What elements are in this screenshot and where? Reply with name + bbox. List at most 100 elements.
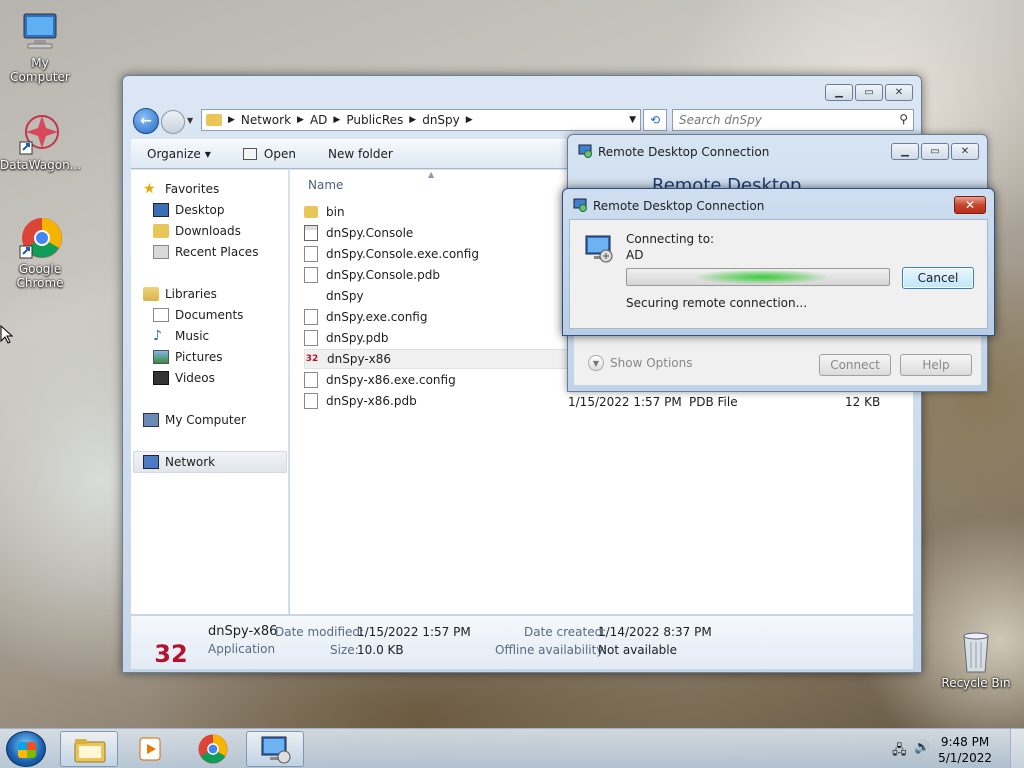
remote-desktop-icon	[573, 198, 587, 212]
dialog-body: Connecting to: AD Cancel Securing remote…	[569, 219, 988, 329]
chevron-right-icon[interactable]: ▶	[228, 115, 235, 125]
nav-recent-places[interactable]: Recent Places	[153, 245, 258, 259]
minimize-button[interactable]: ▁	[891, 143, 919, 160]
search-input[interactable]: Search dnSpy ⚲	[672, 109, 914, 131]
network-status-icon[interactable]: 🖧	[892, 741, 907, 763]
cancel-button[interactable]: Cancel	[902, 267, 974, 289]
nav-network[interactable]: Network	[133, 451, 287, 473]
recent-pages-dropdown[interactable]: ▼	[187, 116, 193, 125]
breadcrumb-ad[interactable]: AD	[310, 113, 327, 127]
taskbar-media-player[interactable]	[122, 731, 180, 767]
size-label: Size:	[330, 643, 359, 657]
taskbar-chrome[interactable]	[184, 731, 242, 767]
nav-music[interactable]: ♪ Music	[153, 329, 209, 343]
file-date: 1/15/2022 1:57 PM	[568, 395, 682, 409]
refresh-button[interactable]: ⟲	[643, 109, 667, 131]
organize-label: Organize	[147, 147, 201, 161]
close-button[interactable]: ✕	[951, 143, 979, 160]
nav-pictures[interactable]: Pictures	[153, 350, 223, 364]
window-controls: ▁ ▭ ✕	[891, 143, 979, 160]
chevron-right-icon[interactable]: ▶	[466, 115, 473, 125]
file-name: dnSpy.Console	[326, 226, 414, 240]
address-bar[interactable]: ▶ Network ▶ AD ▶ PublicRes ▶ dnSpy ▶ ▼	[201, 109, 641, 131]
media-player-icon	[139, 737, 161, 761]
system-tray: 🖧 🔊 9:48 PM 5/1/2022	[884, 729, 1024, 768]
desktop-icon	[153, 203, 169, 217]
monitor-icon	[585, 235, 613, 263]
nav-label: Network	[165, 455, 216, 469]
folder-icon	[206, 114, 222, 126]
connect-button[interactable]: Connect	[819, 354, 891, 376]
nav-label: Music	[175, 329, 210, 343]
navigation-pane[interactable]: ★ Favorites Desktop Downloads Recent Pla…	[131, 170, 289, 614]
close-button[interactable]: ✕	[885, 84, 913, 101]
connection-status: Securing remote connection...	[626, 296, 808, 310]
file-icon	[304, 393, 318, 409]
forward-button[interactable]	[161, 110, 185, 134]
application-icon	[304, 225, 318, 241]
file-name: dnSpy-x86.exe.config	[326, 373, 456, 387]
file-icon	[304, 330, 318, 346]
breadcrumb-dnspy[interactable]: dnSpy	[422, 113, 460, 127]
nav-favorites[interactable]: ★ Favorites	[143, 182, 219, 196]
nav-videos[interactable]: Videos	[153, 371, 215, 385]
open-label: Open	[263, 147, 296, 161]
folder-icon	[74, 739, 106, 763]
desktop-icon-label: Google Chrome	[16, 262, 64, 290]
nav-label: Favorites	[165, 182, 220, 196]
taskbar-explorer[interactable]	[60, 731, 118, 767]
volume-icon[interactable]: 🔊	[914, 740, 930, 755]
breadcrumb-publicres[interactable]: PublicRes	[346, 113, 403, 127]
desktop-icon-recycle-bin[interactable]: Recycle Bin	[936, 630, 1016, 690]
nav-label: My Computer	[165, 413, 246, 427]
open-button[interactable]: Open	[223, 147, 308, 161]
new-folder-label: New folder	[327, 147, 393, 161]
chevron-right-icon[interactable]: ▶	[297, 115, 304, 125]
network-icon	[143, 455, 159, 469]
breadcrumb-network[interactable]: Network	[241, 113, 291, 127]
minimize-button[interactable]: ▁	[825, 84, 853, 101]
file-name: dnSpy.Console.pdb	[326, 268, 440, 282]
column-header-name[interactable]: Name	[308, 178, 343, 192]
nav-downloads[interactable]: Downloads	[153, 224, 241, 238]
file-icon	[304, 267, 318, 283]
help-button[interactable]: Help	[900, 354, 972, 376]
show-options-button[interactable]: ▼ Show Options	[588, 355, 693, 371]
show-desktop-button[interactable]	[1010, 729, 1024, 768]
nav-desktop[interactable]: Desktop	[153, 203, 225, 217]
computer-icon	[143, 413, 159, 427]
new-folder-button[interactable]: New folder	[308, 147, 405, 161]
desktop-icon-my-computer[interactable]: My Computer	[0, 10, 80, 84]
taskbar: 🖧 🔊 9:48 PM 5/1/2022	[0, 728, 1024, 768]
file-icon	[304, 372, 318, 388]
nav-documents[interactable]: Documents	[153, 308, 243, 322]
file-name: bin	[326, 205, 345, 219]
back-button[interactable]: ←	[133, 108, 159, 134]
desktop-icon-datawagon[interactable]: DataWagon...	[0, 112, 81, 172]
nav-libraries[interactable]: Libraries	[143, 287, 217, 301]
organize-button[interactable]: Organize ▼	[131, 147, 223, 161]
folder-icon	[304, 206, 318, 218]
search-icon[interactable]: ⚲	[899, 112, 908, 126]
maximize-button[interactable]: ▭	[855, 84, 883, 101]
nav-label: Libraries	[165, 287, 217, 301]
file-type: PDB File	[689, 395, 738, 409]
chevron-right-icon[interactable]: ▶	[333, 115, 340, 125]
details-kind: Application	[208, 642, 276, 656]
start-button[interactable]	[6, 731, 46, 767]
rdc-connecting-dialog[interactable]: Remote Desktop Connection ✕ Connecting t…	[562, 188, 995, 336]
music-icon: ♪	[153, 328, 162, 344]
maximize-button[interactable]: ▭	[921, 143, 949, 160]
datawagon-icon	[18, 112, 62, 156]
file-icon	[304, 309, 318, 325]
nav-my-computer[interactable]: My Computer	[143, 413, 246, 427]
chevron-right-icon[interactable]: ▶	[409, 115, 416, 125]
sort-arrow-icon: ▲	[428, 170, 435, 179]
show-options-label: Show Options	[610, 356, 693, 370]
desktop-icon-chrome[interactable]: Google Chrome	[0, 216, 80, 290]
close-button[interactable]: ✕	[954, 196, 986, 214]
taskbar-remote-desktop[interactable]	[246, 731, 304, 767]
chevron-down-icon[interactable]: ▼	[629, 115, 636, 125]
clock[interactable]: 9:48 PM 5/1/2022	[938, 734, 992, 766]
computer-icon	[18, 10, 62, 54]
